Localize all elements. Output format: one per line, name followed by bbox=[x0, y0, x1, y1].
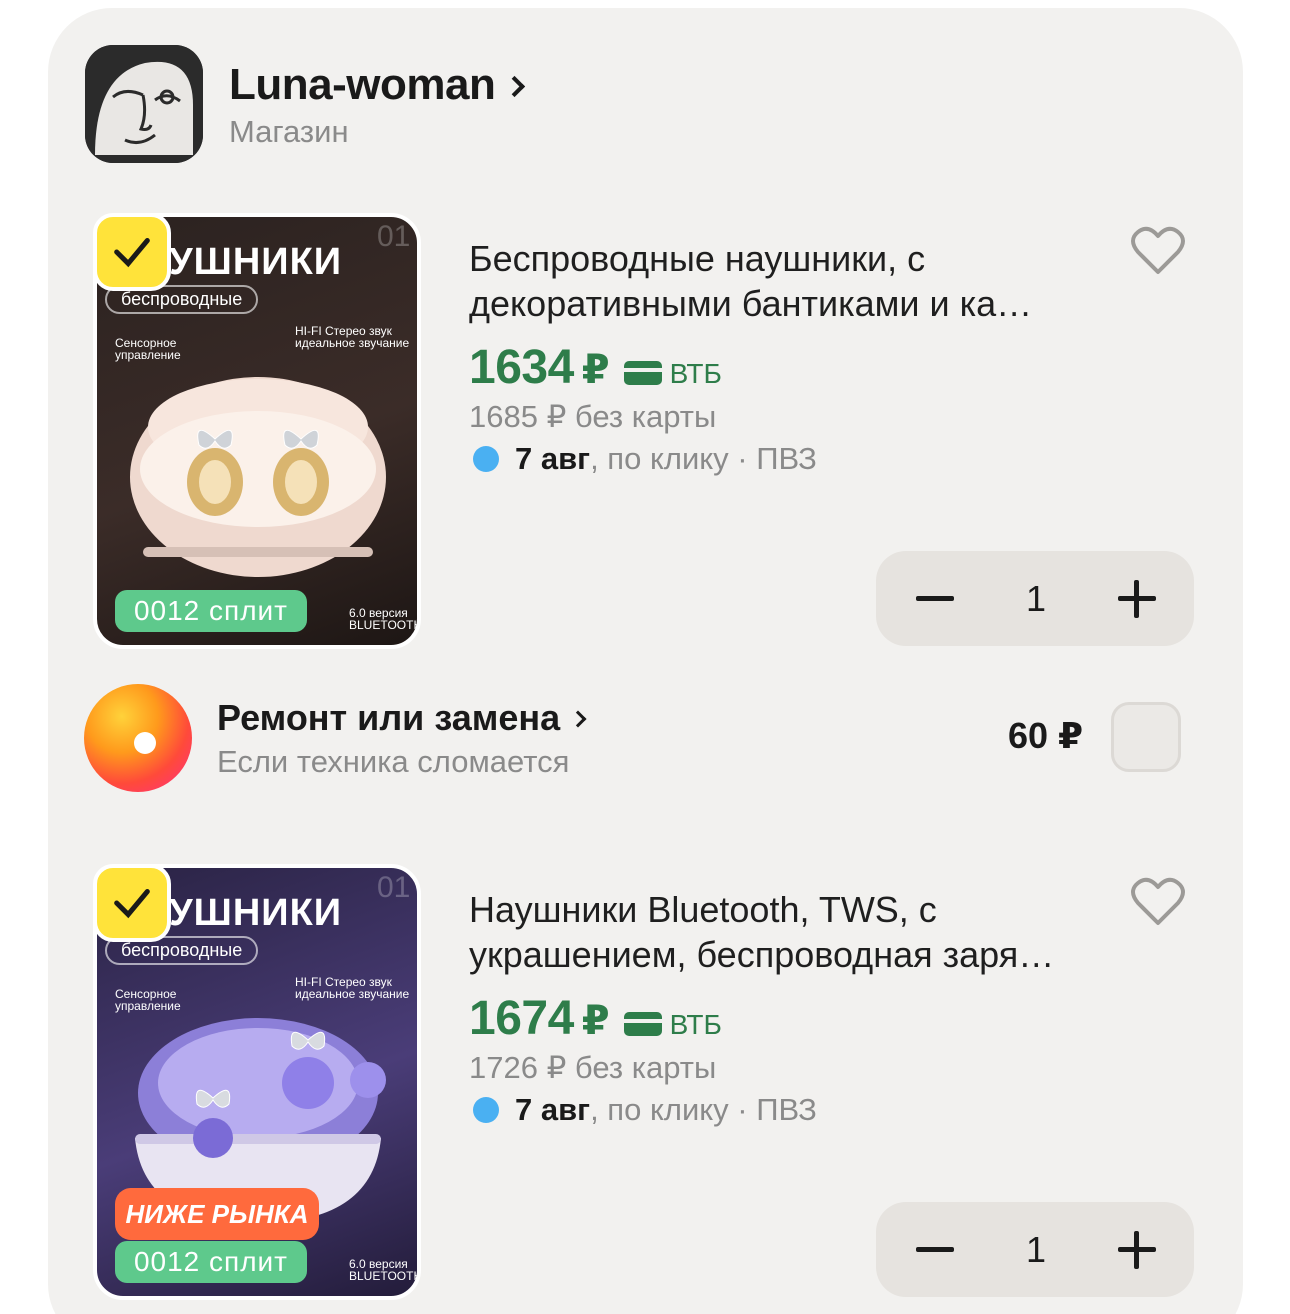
plus-icon[interactable] bbox=[1118, 579, 1156, 618]
chevron-right-icon bbox=[504, 75, 526, 97]
price-value: 1634 bbox=[469, 341, 574, 394]
heart-icon[interactable] bbox=[1130, 875, 1186, 927]
heart-icon[interactable] bbox=[1130, 224, 1186, 276]
delivery-details: , по клику · ПВЗ bbox=[590, 441, 817, 476]
delivery-dot-icon bbox=[473, 446, 499, 472]
quantity-stepper-2: 1 bbox=[876, 1202, 1194, 1297]
image-version: 6.0 версия BLUETOOTH bbox=[349, 1257, 421, 1283]
chevron-right-icon bbox=[569, 710, 587, 728]
quantity-stepper-1: 1 bbox=[876, 551, 1194, 646]
product-select-checkbox-1[interactable] bbox=[93, 213, 171, 291]
price-row-2: 1674 ₽ ВТБ bbox=[469, 991, 722, 1046]
image-number: 01 bbox=[377, 220, 411, 253]
quantity-value: 1 bbox=[1025, 1228, 1047, 1270]
minus-icon[interactable] bbox=[916, 1247, 954, 1252]
price-currency: ₽ bbox=[581, 348, 610, 392]
old-price: 1726 ₽ без карты bbox=[469, 1050, 717, 1085]
quantity-value: 1 bbox=[1025, 577, 1047, 619]
old-price: 1685 ₽ без карты bbox=[469, 399, 717, 434]
delivery-details: , по клику · ПВЗ bbox=[590, 1092, 817, 1127]
repair-service-logo bbox=[84, 684, 192, 792]
delivery-info: 7 авг, по клику · ПВЗ bbox=[473, 1092, 817, 1128]
repair-title: Ремонт или замена bbox=[217, 697, 561, 738]
repair-link[interactable]: Ремонт или замена bbox=[217, 697, 587, 739]
checkmark-icon bbox=[114, 889, 150, 919]
repair-subtitle: Если техника сломается bbox=[217, 744, 570, 779]
image-number: 01 bbox=[377, 871, 411, 904]
image-version: 6.0 версия BLUETOOTH bbox=[349, 606, 421, 632]
repair-price: 60 ₽ bbox=[1008, 715, 1084, 756]
bank-card-icon bbox=[623, 361, 662, 385]
repair-checkbox[interactable] bbox=[1111, 702, 1181, 772]
image-title: УШНИКИ bbox=[169, 892, 343, 934]
delivery-date: 7 авг bbox=[515, 1092, 591, 1127]
delivery-date: 7 авг bbox=[515, 441, 591, 476]
shop-name: Luna-woman bbox=[229, 60, 496, 109]
plus-icon[interactable] bbox=[1118, 1230, 1156, 1269]
minus-icon[interactable] bbox=[916, 596, 954, 601]
price-value: 1674 bbox=[469, 992, 574, 1045]
product-title-1[interactable]: Беспроводные наушники, с декоративными б… bbox=[469, 236, 1109, 326]
product-title-2[interactable]: Наушники Bluetooth, TWS, с украшением, б… bbox=[469, 887, 1109, 977]
split-badge: 0012 сплит bbox=[115, 1241, 307, 1283]
shop-logo-face-icon bbox=[85, 45, 203, 163]
earbuds-case-illustration bbox=[130, 377, 386, 577]
below-market-badge: НИЖЕ РЫНКА bbox=[115, 1188, 319, 1240]
split-badge: 0012 сплит bbox=[115, 590, 307, 632]
delivery-info: 7 авг, по клику · ПВЗ bbox=[473, 441, 817, 477]
shop-subtitle: Магазин bbox=[229, 114, 349, 149]
bank-name: ВТБ bbox=[669, 358, 722, 389]
image-title: УШНИКИ bbox=[169, 241, 343, 283]
delivery-dot-icon bbox=[473, 1097, 499, 1123]
shop-name-link[interactable]: Luna-woman bbox=[229, 60, 526, 110]
price-currency: ₽ bbox=[581, 999, 610, 1043]
bank-card-icon bbox=[623, 1012, 662, 1036]
checkmark-icon bbox=[114, 238, 150, 268]
image-feature-right: HI-FI Стерео звук идеальное звучание bbox=[295, 324, 410, 350]
product-select-checkbox-2[interactable] bbox=[93, 864, 171, 942]
bank-name: ВТБ bbox=[669, 1009, 722, 1040]
price-row-1: 1634 ₽ ВТБ bbox=[469, 340, 722, 395]
shop-logo[interactable] bbox=[85, 45, 203, 163]
